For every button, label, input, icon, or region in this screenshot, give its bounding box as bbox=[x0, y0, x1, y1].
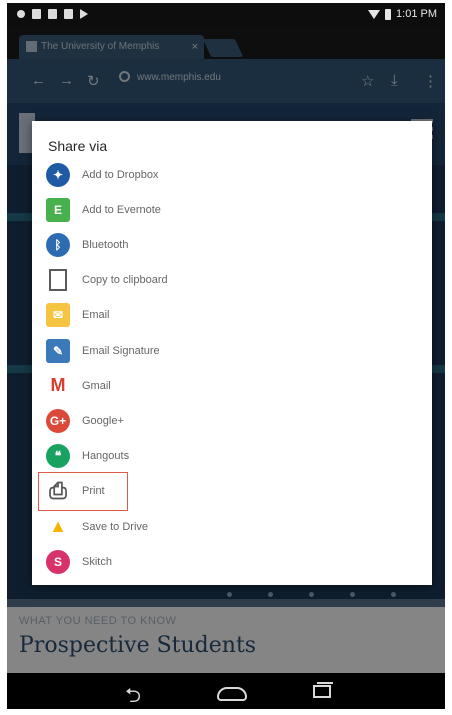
drive-icon: ▲ bbox=[49, 516, 67, 536]
share-item-label: Add to Evernote bbox=[82, 203, 161, 216]
share-item-label: Google+ bbox=[82, 414, 124, 427]
share-item[interactable]: ⎙ Print bbox=[38, 471, 128, 511]
email-icon: ✉ bbox=[46, 303, 70, 328]
notification-icons bbox=[17, 9, 88, 19]
device-screen: 1:01 PM The University of Memphis × ← → … bbox=[7, 3, 445, 709]
back-nav-icon[interactable]: ⮌ bbox=[125, 681, 141, 709]
recents-nav-icon[interactable] bbox=[313, 682, 333, 698]
share-item-label: Save to Drive bbox=[82, 520, 149, 533]
share-item-label: Skitch bbox=[82, 555, 112, 568]
status-bar: 1:01 PM bbox=[7, 3, 445, 27]
skitch-icon: S bbox=[46, 549, 70, 574]
system-nav-bar: ⮌ bbox=[7, 673, 445, 709]
email-signature-icon: ✎ bbox=[46, 338, 70, 363]
share-item[interactable]: M Gmail bbox=[40, 368, 340, 403]
notification-sd-icon bbox=[32, 9, 41, 19]
share-item[interactable]: ▲ Save to Drive bbox=[40, 509, 340, 544]
notification-image-icon bbox=[48, 9, 57, 19]
share-item-label: Email Signature bbox=[82, 344, 160, 357]
notification-play-icon bbox=[80, 9, 88, 19]
share-item[interactable]: ✎ Email Signature bbox=[40, 333, 340, 368]
share-item-label: Copy to clipboard bbox=[82, 274, 168, 287]
wifi-icon bbox=[368, 9, 381, 19]
share-dialog: Share via ✦ Add to Dropbox E Add to Evernot… bbox=[32, 121, 432, 585]
notification-android-icon bbox=[64, 9, 73, 19]
print-icon: ⎙ bbox=[49, 478, 67, 504]
clipboard-icon bbox=[49, 269, 67, 292]
gmail-icon: M bbox=[50, 375, 66, 396]
home-nav-icon[interactable] bbox=[217, 687, 247, 701]
share-item[interactable]: ❝ Hangouts bbox=[40, 439, 340, 474]
share-item[interactable]: ᛒ Bluetooth bbox=[40, 227, 340, 262]
clock: 1:01 PM bbox=[396, 8, 437, 20]
share-item-label: Email bbox=[82, 309, 110, 322]
share-item[interactable]: Copy to clipboard bbox=[40, 263, 340, 298]
share-item-label: Print bbox=[82, 485, 105, 498]
dropbox-icon: ✦ bbox=[46, 162, 70, 187]
share-item-label: Gmail bbox=[82, 379, 111, 392]
share-item[interactable]: ✉ Email bbox=[40, 298, 340, 333]
bluetooth-icon: ᛒ bbox=[46, 232, 70, 257]
evernote-icon: E bbox=[46, 197, 70, 222]
share-item[interactable]: E Add to Evernote bbox=[40, 192, 340, 227]
battery-icon bbox=[385, 8, 392, 20]
share-item-label: Bluetooth bbox=[82, 238, 129, 251]
share-item[interactable]: G+ Google+ bbox=[40, 403, 340, 438]
status-right: 1:01 PM bbox=[368, 8, 437, 20]
share-item[interactable]: S Skitch bbox=[40, 544, 340, 579]
share-item-label: Hangouts bbox=[82, 450, 130, 463]
dialog-title: Share via bbox=[48, 138, 108, 154]
hangouts-icon: ❝ bbox=[46, 444, 70, 469]
google-plus-icon: G+ bbox=[46, 408, 70, 433]
share-item[interactable]: ✦ Add to Dropbox bbox=[40, 157, 340, 192]
share-item-label: Add to Dropbox bbox=[82, 168, 159, 181]
notification-dot-icon bbox=[17, 10, 25, 18]
